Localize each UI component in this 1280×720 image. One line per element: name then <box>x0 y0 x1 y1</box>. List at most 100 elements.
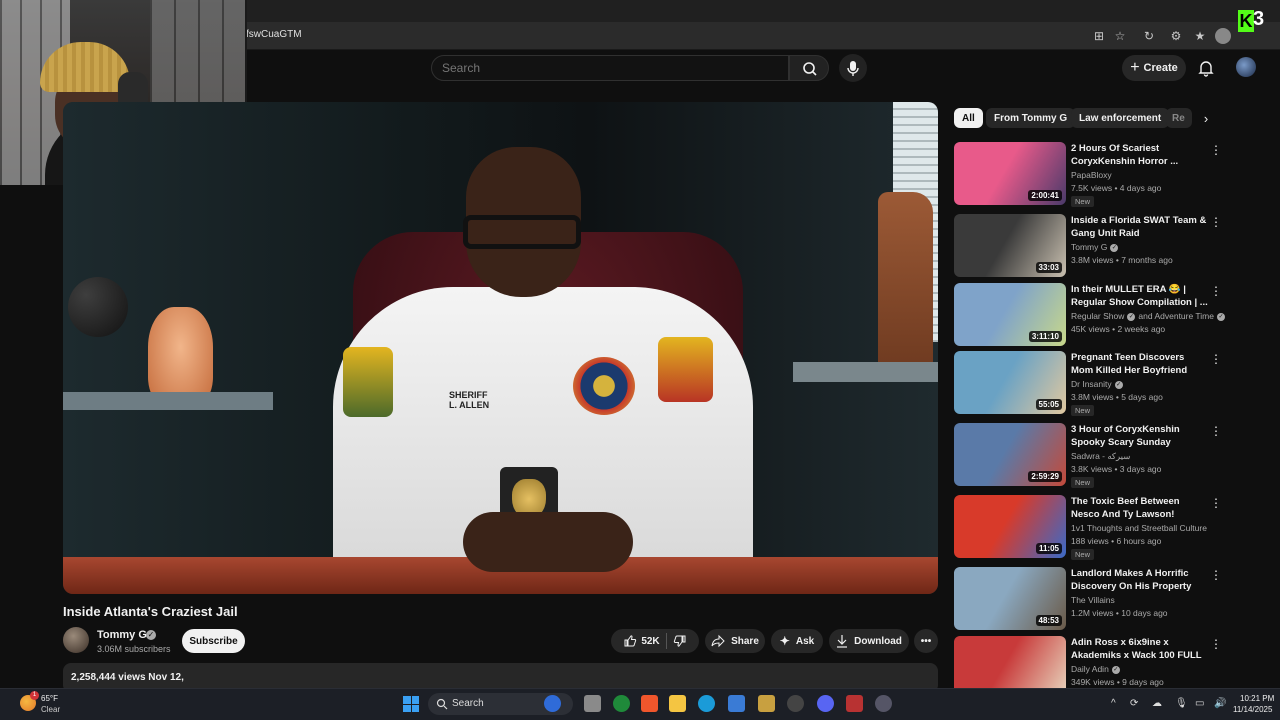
more-vertical-icon[interactable]: ⋮ <box>1210 283 1222 299</box>
recommendation-thumbnail[interactable]: 33:03 <box>954 214 1066 277</box>
edge-icon[interactable] <box>698 695 715 712</box>
download-button[interactable]: Download <box>829 629 909 653</box>
brave-icon[interactable] <box>641 695 658 712</box>
recommendation-title[interactable]: The Toxic Beef Between Nesco And Ty Laws… <box>1071 495 1209 521</box>
tray-mic-icon[interactable]: 🎙 <box>1175 698 1188 709</box>
more-vertical-icon[interactable]: ⋮ <box>1210 214 1222 230</box>
subscribe-button[interactable]: Subscribe <box>182 629 245 653</box>
recommendation-title[interactable]: Adin Ross x 6ix9ine x Akademiks x Wack 1… <box>1071 636 1209 662</box>
channel-name[interactable]: Tommy G <box>1071 242 1107 252</box>
tray-sync-icon[interactable]: ⟳ <box>1130 698 1138 709</box>
store-icon[interactable] <box>728 695 745 712</box>
channel-name[interactable]: Tommy G <box>97 629 147 641</box>
chip-from-channel[interactable]: From Tommy G <box>986 108 1076 128</box>
recommendation-thumbnail[interactable]: 55:05 <box>954 351 1066 414</box>
recommendation-item[interactable]: 55:05 Pregnant Teen Discovers Mom Killed … <box>954 351 1224 416</box>
obs-icon[interactable] <box>787 695 804 712</box>
recommendation-title[interactable]: Pregnant Teen Discovers Mom Killed Her B… <box>1071 351 1209 377</box>
task-view-icon[interactable] <box>584 695 601 712</box>
recommendation-channel[interactable]: PapaBloxy <box>1071 170 1112 180</box>
voice-search-button[interactable] <box>839 54 867 82</box>
favorites-icon[interactable]: ★ <box>1192 28 1208 44</box>
recommendation-channel[interactable]: Dr Insanity ✓ <box>1071 379 1123 389</box>
channel-name-secondary[interactable]: and Adventure Time <box>1138 311 1214 321</box>
recommendation-title[interactable]: Landlord Makes A Horrific Discovery On H… <box>1071 567 1209 593</box>
recommendation-channel[interactable]: Tommy G ✓ <box>1071 242 1119 252</box>
recommendation-thumbnail[interactable]: 48:53 <box>954 567 1066 630</box>
more-vertical-icon[interactable]: ⋮ <box>1210 567 1222 583</box>
weather-condition[interactable]: Clear <box>41 705 60 714</box>
more-vertical-icon[interactable]: ⋮ <box>1210 636 1222 652</box>
recommendation-item[interactable]: 11:05 The Toxic Beef Between Nesco And Ty… <box>954 495 1224 560</box>
stream-deck-icon[interactable] <box>846 695 863 712</box>
recommendation-thumbnail[interactable]: 11:05 <box>954 495 1066 558</box>
tray-volume-icon[interactable]: 🔊 <box>1214 698 1226 709</box>
search-box[interactable] <box>431 55 789 81</box>
video-player[interactable]: SHERIFF L. ALLEN <box>63 102 938 594</box>
recommendation-channel[interactable]: 1v1 Thoughts and Streetball Culture <box>1071 523 1207 533</box>
recommendation-item[interactable]: 2:00:41 2 Hours Of Scariest CoryxKenshin … <box>954 142 1224 207</box>
channel-name[interactable]: The Villains <box>1071 595 1115 605</box>
recommendation-thumbnail[interactable]: 3:11:10 <box>954 283 1066 346</box>
clock-time[interactable]: 10:21 PM <box>1240 694 1274 703</box>
channel-avatar[interactable] <box>63 627 89 653</box>
discord-icon[interactable] <box>817 695 834 712</box>
chevron-right-icon[interactable]: › <box>1198 110 1214 128</box>
search-input[interactable] <box>442 61 762 75</box>
more-vertical-icon[interactable]: ⋮ <box>1210 351 1222 367</box>
file-explorer-icon[interactable] <box>669 695 686 712</box>
app-shield-icon[interactable] <box>758 695 775 712</box>
recommendation-item[interactable]: 48:53 Landlord Makes A Horrific Discovery… <box>954 567 1224 631</box>
search-button[interactable] <box>789 55 829 81</box>
weather-temp[interactable]: 65°F <box>41 694 58 703</box>
recommendation-item[interactable]: 3:11:10 In their MULLET ERA 😂 | Regular S… <box>954 283 1225 347</box>
more-vertical-icon[interactable]: ⋮ <box>1210 495 1222 511</box>
recommendation-thumbnail[interactable]: 2:00:41 <box>954 142 1066 205</box>
chip-partial[interactable]: Re <box>1166 108 1192 128</box>
apps-icon[interactable]: ⊞ <box>1091 28 1107 44</box>
ask-button[interactable]: ✦ Ask <box>771 629 823 653</box>
thumbs-down-icon[interactable] <box>673 634 687 648</box>
notifications-button[interactable] <box>1196 58 1216 78</box>
recommendation-title[interactable]: Inside a Florida SWAT Team & Gang Unit R… <box>1071 214 1209 240</box>
create-button[interactable]: + Create <box>1122 55 1186 81</box>
channel-name[interactable]: 1v1 Thoughts and Streetball Culture <box>1071 523 1207 533</box>
more-vertical-icon[interactable]: ⋮ <box>1210 423 1222 439</box>
channel-name[interactable]: Daily Adin <box>1071 664 1109 674</box>
extensions-icon[interactable]: ⚙ <box>1168 28 1184 44</box>
tray-display-icon[interactable]: ▭ <box>1195 698 1204 709</box>
channel-name[interactable]: Dr Insanity <box>1071 379 1112 389</box>
recommendation-title[interactable]: In their MULLET ERA 😂 | Regular Show Com… <box>1071 283 1209 309</box>
channel-name[interactable]: Regular Show <box>1071 311 1124 321</box>
url-text[interactable]: fswCuaGTM <box>246 29 302 40</box>
account-avatar[interactable] <box>1236 57 1256 77</box>
more-vertical-icon[interactable]: ⋮ <box>1210 142 1222 158</box>
recommendation-channel[interactable]: Daily Adin ✓ <box>1071 664 1120 674</box>
recommendation-channel[interactable]: Sadwra - سيركه <box>1071 451 1130 462</box>
windows-start-icon[interactable] <box>403 696 419 712</box>
more-horizontal-icon: ••• <box>920 635 932 647</box>
recommendation-thumbnail[interactable]: 2:59:29 <box>954 423 1066 486</box>
tray-chevron-icon[interactable]: ^ <box>1111 698 1116 709</box>
xbox-icon[interactable] <box>613 695 630 712</box>
channel-name[interactable]: PapaBloxy <box>1071 170 1112 180</box>
clock-date[interactable]: 11/14/2025 <box>1233 705 1272 714</box>
more-actions-button[interactable]: ••• <box>914 629 938 653</box>
tray-cloud-icon[interactable]: ☁ <box>1152 698 1162 709</box>
channel-name[interactable]: Sadwra - سيركه <box>1071 451 1130 461</box>
refresh-extension-icon[interactable]: ↻ <box>1141 28 1157 44</box>
copilot-icon[interactable] <box>544 695 561 712</box>
recommendation-title[interactable]: 3 Hour of CoryxKenshin Spooky Scary Sund… <box>1071 423 1209 449</box>
chip-law-enforcement[interactable]: Law enforcement <box>1071 108 1170 128</box>
browser-profile-icon[interactable] <box>1215 28 1231 44</box>
like-button[interactable]: 52K <box>623 634 660 648</box>
share-button[interactable]: Share <box>705 629 765 653</box>
recommendation-item[interactable]: 33:03 Inside a Florida SWAT Team & Gang U… <box>954 214 1224 278</box>
bookmark-star-icon[interactable]: ☆ <box>1112 28 1128 44</box>
recommendation-item[interactable]: 2:59:29 3 Hour of CoryxKenshin Spooky Sca… <box>954 423 1224 488</box>
recommendation-title[interactable]: 2 Hours Of Scariest CoryxKenshin Horror … <box>1071 142 1209 168</box>
chip-all[interactable]: All <box>954 108 983 128</box>
recommendation-channel[interactable]: Regular Show ✓ and Adventure Time ✓ <box>1071 311 1225 321</box>
recommendation-channel[interactable]: The Villains <box>1071 595 1115 605</box>
settings-icon[interactable] <box>875 695 892 712</box>
